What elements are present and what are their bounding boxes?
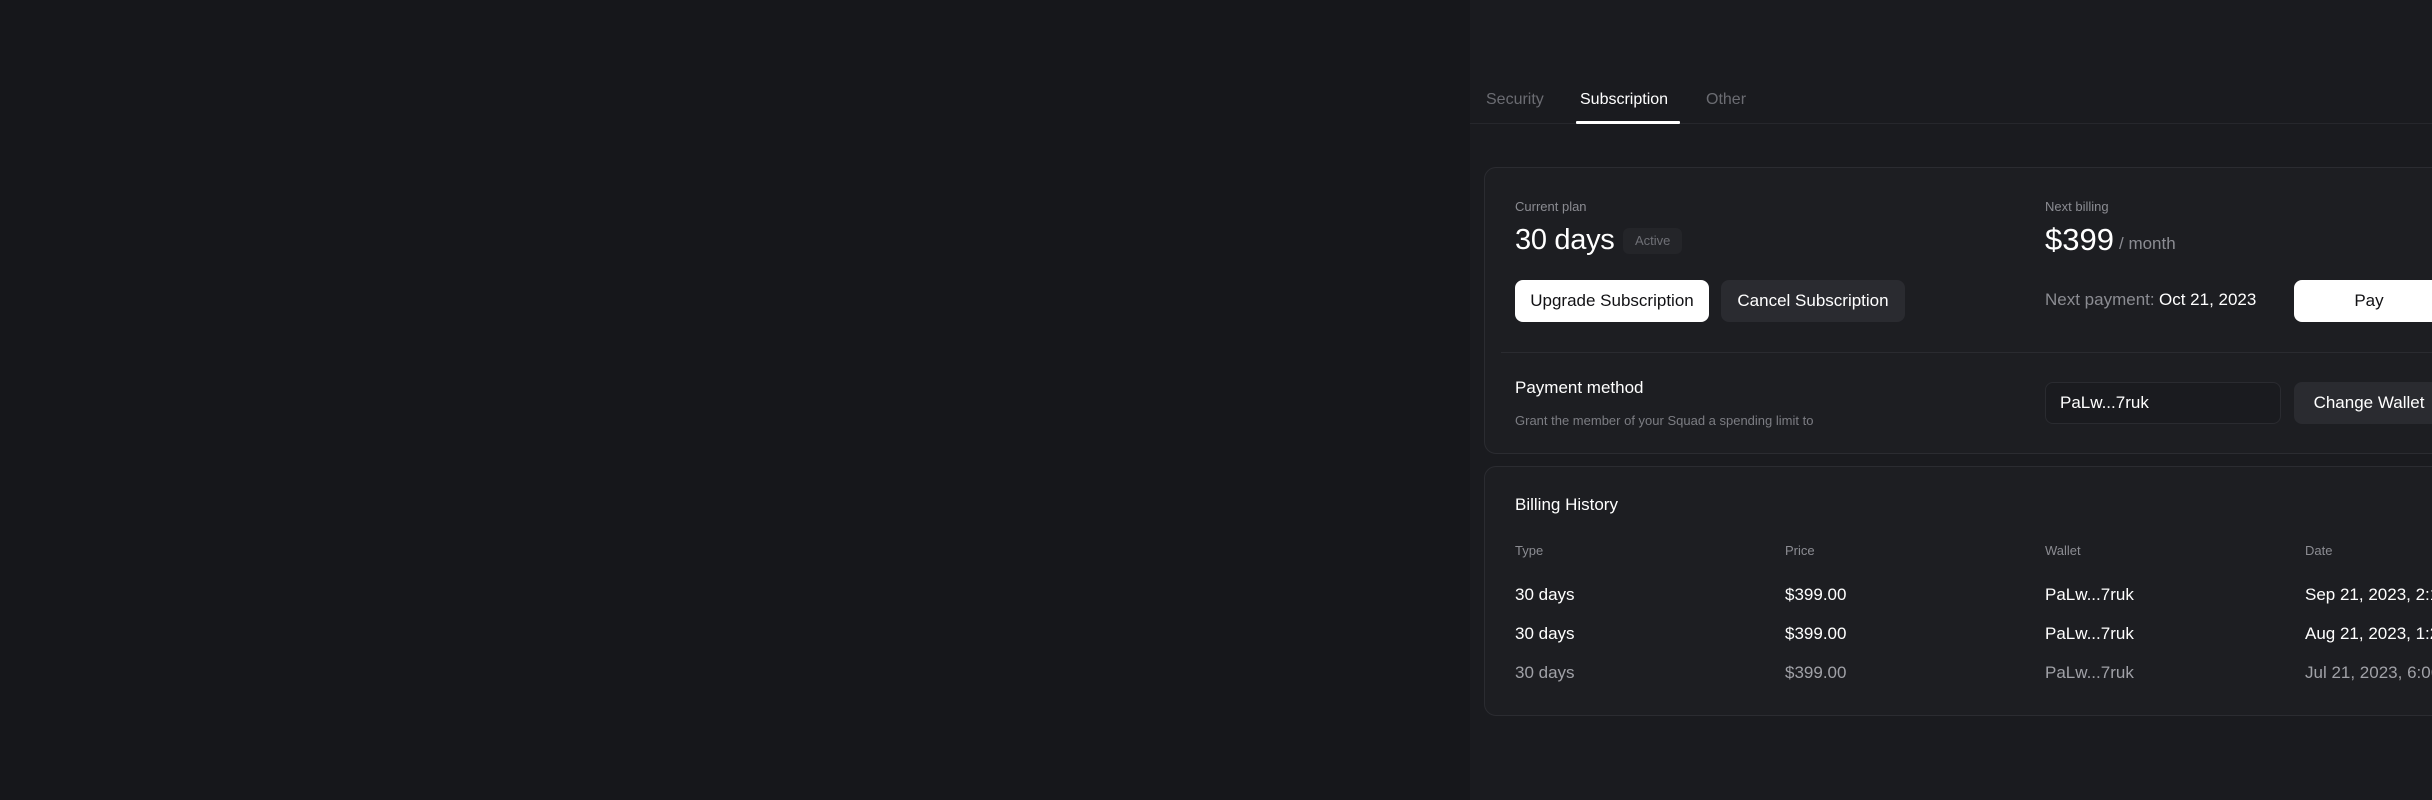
- billing-history-title: Billing History: [1515, 495, 1618, 514]
- tab-security[interactable]: Security: [1486, 91, 1544, 124]
- column-header-wallet: Wallet: [2045, 543, 2081, 558]
- row-price: $399.00: [1785, 585, 1847, 604]
- tab-bar: Security Subscription Other: [1470, 75, 2432, 124]
- row-wallet: PaLw...7ruk: [2045, 624, 2134, 643]
- billing-unit: / month: [2119, 234, 2176, 253]
- billing-price: $399: [2045, 222, 2114, 257]
- payment-method-description: Grant the member of your Squad a spendin…: [1515, 413, 1814, 428]
- divider: [1501, 352, 2432, 353]
- cancel-subscription-button[interactable]: Cancel Subscription: [1721, 280, 1905, 322]
- wallet-address-field[interactable]: PaLw...7ruk: [2045, 382, 2281, 424]
- next-payment-label: Next payment:: [2045, 290, 2155, 309]
- subscription-card: Current plan 30 days Active Next billing…: [1484, 167, 2432, 454]
- row-wallet: PaLw...7ruk: [2045, 585, 2134, 604]
- row-date: Aug 21, 2023, 1:23: [2305, 624, 2432, 643]
- status-badge: Active: [1623, 228, 1683, 254]
- row-price: $399.00: [1785, 624, 1847, 643]
- page: Security Subscription Other Current plan…: [0, 0, 2432, 800]
- column-header-date: Date: [2305, 543, 2333, 558]
- active-tab-indicator: [1576, 121, 1680, 124]
- next-payment-date: Oct 21, 2023: [2159, 290, 2257, 309]
- row-price: $399.00: [1785, 663, 1847, 682]
- current-plan-value: 30 days: [1515, 224, 1615, 256]
- row-date: Jul 21, 2023, 6:06: [2305, 663, 2432, 682]
- pay-button[interactable]: Pay: [2294, 280, 2432, 322]
- current-plan-label: Current plan: [1515, 199, 1587, 214]
- row-wallet: PaLw...7ruk: [2045, 663, 2134, 682]
- row-type: 30 days: [1515, 624, 1575, 643]
- upgrade-subscription-button[interactable]: Upgrade Subscription: [1515, 280, 1709, 322]
- column-header-price: Price: [1785, 543, 1815, 558]
- row-type: 30 days: [1515, 585, 1575, 604]
- change-wallet-button[interactable]: Change Wallet: [2294, 382, 2432, 424]
- billing-history-card: Billing History Type Price Wallet Date 3…: [1484, 466, 2432, 716]
- column-header-type: Type: [1515, 543, 1544, 558]
- row-date: Sep 21, 2023, 2:16: [2305, 585, 2432, 604]
- row-type: 30 days: [1515, 663, 1575, 682]
- next-billing-label: Next billing: [2045, 199, 2109, 214]
- tab-other[interactable]: Other: [1706, 91, 1746, 124]
- tab-subscription[interactable]: Subscription: [1580, 91, 1672, 124]
- payment-method-title: Payment method: [1515, 378, 1644, 397]
